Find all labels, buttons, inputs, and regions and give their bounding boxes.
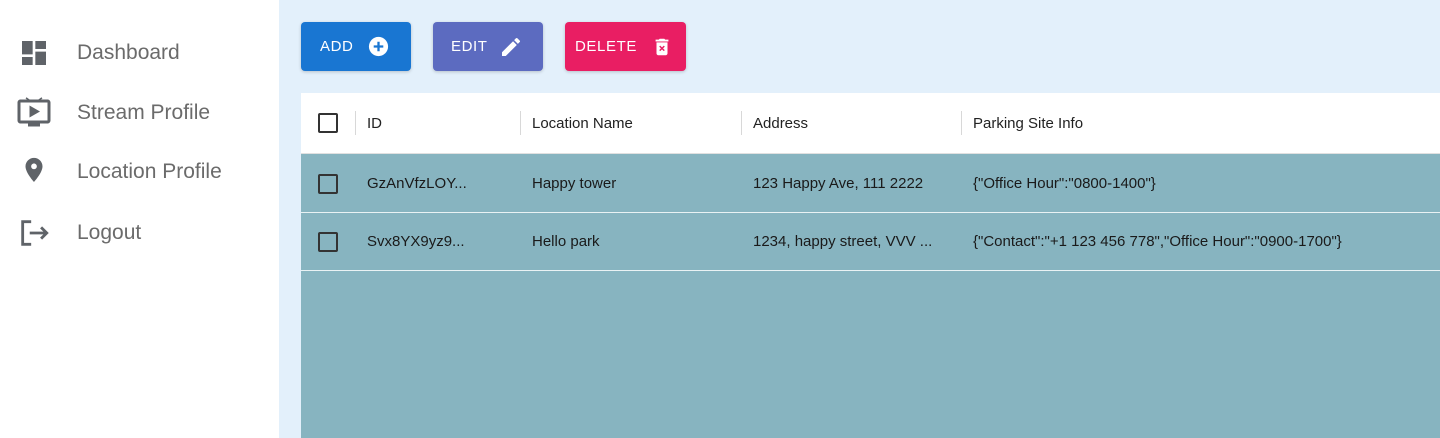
delete-button-label: DELETE [575,38,637,55]
cell-address: 1234, happy street, VVV ... [753,233,933,250]
column-header-location-name[interactable]: Location Name [532,93,633,154]
column-separator [520,111,521,135]
dashboard-icon [16,35,52,71]
sidebar-item-label: Logout [77,221,142,244]
sidebar-item-dashboard[interactable]: Dashboard [0,27,279,79]
column-separator [741,111,742,135]
row-checkbox[interactable] [318,232,338,252]
cell-location-name: Happy tower [532,175,617,192]
cell-address: 123 Happy Ave, 111 2222 [753,175,924,192]
cell-location-name: Hello park [532,233,600,250]
edit-button-label: EDIT [451,38,488,55]
column-separator [355,111,356,135]
cell-parking-site-info: {"Office Hour":"0800-1400"} [973,175,1156,192]
column-header-parking-site-info[interactable]: Parking Site Info [973,93,1083,154]
logout-icon [16,215,52,251]
row-checkbox[interactable] [318,174,338,194]
add-circle-icon [367,35,390,58]
cell-id: Svx8YX9yz9... [367,233,465,250]
column-separator [961,111,962,135]
delete-button[interactable]: DELETE [565,22,686,71]
sidebar-item-stream-profile[interactable]: Stream Profile [0,87,279,139]
add-button[interactable]: ADD [301,22,411,71]
sidebar-item-logout[interactable]: Logout [0,207,279,259]
tv-icon [16,95,52,131]
sidebar: Dashboard Stream Profile Location Profil… [0,0,279,438]
sidebar-item-label: Location Profile [77,160,222,183]
column-header-id[interactable]: ID [367,93,382,154]
edit-button[interactable]: EDIT [433,22,543,71]
cell-parking-site-info: {"Contact":"+1 123 456 778","Office Hour… [973,233,1342,250]
sidebar-item-location-profile[interactable]: Location Profile [0,146,279,198]
sidebar-item-label: Stream Profile [77,101,211,124]
location-pin-icon [16,154,52,190]
add-button-label: ADD [320,38,354,55]
column-header-address[interactable]: Address [753,93,808,154]
sidebar-item-label: Dashboard [77,41,180,64]
main-content: ADD EDIT DELETE ID Location Name Address… [279,0,1440,438]
pencil-icon [499,35,523,59]
table-row[interactable]: Svx8YX9yz9... Hello park 1234, happy str… [301,213,1440,271]
trash-icon [651,36,673,58]
data-grid: ID Location Name Address Parking Site In… [301,93,1440,438]
cell-id: GzAnVfzLOY... [367,175,467,192]
grid-header: ID Location Name Address Parking Site In… [301,93,1440,154]
select-all-checkbox[interactable] [318,113,338,133]
table-row[interactable]: GzAnVfzLOY... Happy tower 123 Happy Ave,… [301,155,1440,213]
